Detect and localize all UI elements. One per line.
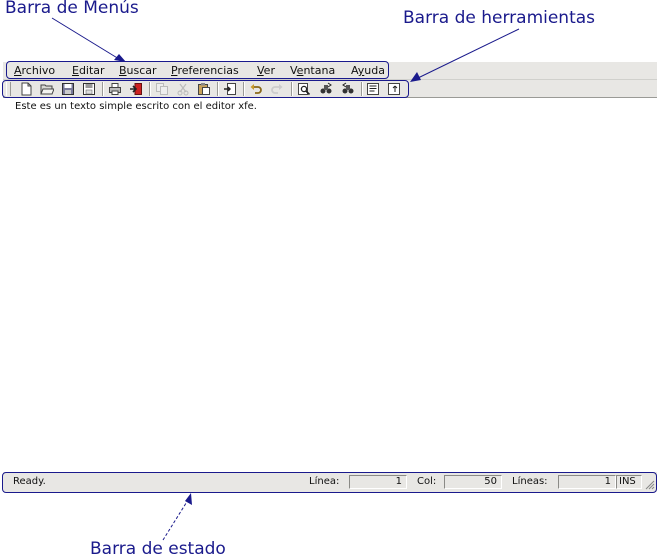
menubar-callout-label: Barra de Menús [5,0,139,18]
find-prev-icon[interactable] [341,82,355,96]
insert-mode-indicator: INS [616,475,642,489]
find-next-icon[interactable] [319,82,333,96]
toolbar-separator [102,82,104,96]
undo-icon[interactable] [249,82,263,96]
cut-icon[interactable] [176,82,190,96]
toolbar [3,79,657,98]
menu-preferencias[interactable]: Preferencias [171,64,239,77]
toolbar-separator [149,82,151,96]
toolbar-separator [217,82,219,96]
menu-ver[interactable]: Ver [257,64,275,77]
resize-grip-icon[interactable] [644,479,655,490]
statusbar-arrow-head [185,493,192,505]
menubar-arrow-head [114,54,126,62]
toolbar-separator [361,82,363,96]
menubar-arrow-line [51,17,120,60]
statusbar-arrow-line [162,499,189,541]
line-label: Línea: [309,476,340,487]
open-folder-icon[interactable] [40,82,54,96]
editor-content[interactable]: Este es un texto simple escrito con el e… [15,101,257,112]
search-icon[interactable] [297,82,311,96]
new-file-icon[interactable] [19,82,33,96]
save-as-icon[interactable] [82,82,96,96]
toolbar-separator [243,82,245,96]
menu-ventana[interactable]: Ventana [290,64,335,77]
statusbar-callout-label: Barra de estado [90,539,226,559]
status-message: Ready. [13,476,46,487]
menu-archivo[interactable]: Archivo [14,64,55,77]
print-icon[interactable] [108,82,122,96]
settings-icon[interactable] [387,82,401,96]
copy-icon[interactable] [155,82,169,96]
menu-ayuda[interactable]: Ayuda [351,64,385,77]
lines-count-field[interactable]: 1 [558,475,616,489]
menu-buscar[interactable]: Buscar [119,64,157,77]
toolbar-separator [291,82,293,96]
quit-icon[interactable] [129,82,143,96]
save-icon[interactable] [61,82,75,96]
column-label: Col: [417,476,437,487]
paste-icon[interactable] [197,82,211,96]
column-number-field[interactable]: 50 [444,475,502,489]
toolbar-grip[interactable] [6,82,11,96]
menubar: Archivo Editar Buscar Preferencias Ver V… [3,62,657,79]
lines-label: Líneas: [512,476,548,487]
toolbar-callout-label: Barra de herramientas [403,8,596,28]
wrap-text-icon[interactable] [366,82,380,96]
redo-icon[interactable] [270,82,284,96]
line-number-field[interactable]: 1 [349,475,407,489]
text-editor-area[interactable]: Este es un texto simple escrito con el e… [3,98,657,472]
menu-editar[interactable]: Editar [72,64,105,77]
statusbar: Ready. Línea: 1 Col: 50 Líneas: 1 INS [3,472,657,492]
goto-line-icon[interactable] [223,82,237,96]
xfe-editor-window: Archivo Editar Buscar Preferencias Ver V… [3,62,657,494]
